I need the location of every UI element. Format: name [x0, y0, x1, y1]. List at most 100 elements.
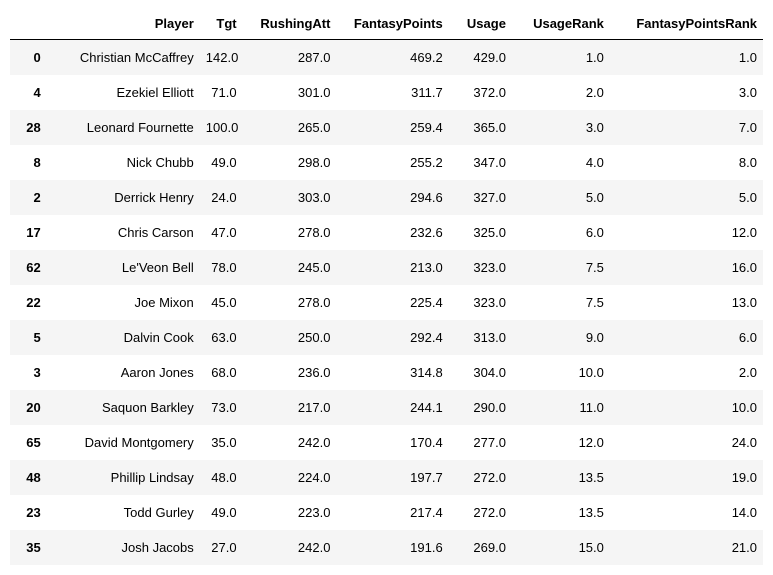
cell-player: Chris Carson: [47, 215, 200, 250]
cell-tgt: 35.0: [200, 425, 243, 460]
table-header-row: Player Tgt RushingAtt FantasyPoints Usag…: [10, 8, 763, 40]
cell-fantasy-points: 217.4: [336, 495, 448, 530]
cell-usage: 323.0: [449, 250, 512, 285]
cell-usage: 272.0: [449, 460, 512, 495]
row-index: 20: [10, 390, 47, 425]
cell-tgt: 49.0: [200, 495, 243, 530]
row-index: 3: [10, 355, 47, 390]
cell-rushing-att: 223.0: [243, 495, 337, 530]
row-index: 48: [10, 460, 47, 495]
table-row: 28Leonard Fournette100.0265.0259.4365.03…: [10, 110, 763, 145]
cell-usage: 325.0: [449, 215, 512, 250]
cell-fantasy-points-rank: 12.0: [610, 215, 763, 250]
cell-tgt: 48.0: [200, 460, 243, 495]
cell-usage-rank: 15.0: [512, 530, 610, 565]
cell-rushing-att: 242.0: [243, 530, 337, 565]
cell-fantasy-points-rank: 1.0: [610, 40, 763, 76]
cell-player: Christian McCaffrey: [47, 40, 200, 76]
cell-usage-rank: 7.5: [512, 250, 610, 285]
col-index: [10, 8, 47, 40]
cell-fantasy-points: 232.6: [336, 215, 448, 250]
row-index: 17: [10, 215, 47, 250]
cell-fantasy-points: 225.4: [336, 285, 448, 320]
cell-rushing-att: 303.0: [243, 180, 337, 215]
cell-player: Aaron Jones: [47, 355, 200, 390]
table-row: 48Phillip Lindsay48.0224.0197.7272.013.5…: [10, 460, 763, 495]
cell-fantasy-points: 255.2: [336, 145, 448, 180]
table-row: 17Chris Carson47.0278.0232.6325.06.012.0: [10, 215, 763, 250]
cell-player: Joe Mixon: [47, 285, 200, 320]
cell-player: Derrick Henry: [47, 180, 200, 215]
cell-usage-rank: 13.5: [512, 460, 610, 495]
table-row: 35Josh Jacobs27.0242.0191.6269.015.021.0: [10, 530, 763, 565]
cell-usage-rank: 12.0: [512, 425, 610, 460]
col-rushing-att: RushingAtt: [243, 8, 337, 40]
col-tgt: Tgt: [200, 8, 243, 40]
cell-usage: 327.0: [449, 180, 512, 215]
col-fantasy-points: FantasyPoints: [336, 8, 448, 40]
cell-player: Le'Veon Bell: [47, 250, 200, 285]
cell-usage: 347.0: [449, 145, 512, 180]
cell-usage-rank: 6.0: [512, 215, 610, 250]
cell-fantasy-points-rank: 13.0: [610, 285, 763, 320]
cell-usage: 372.0: [449, 75, 512, 110]
cell-usage: 290.0: [449, 390, 512, 425]
cell-tgt: 47.0: [200, 215, 243, 250]
cell-fantasy-points-rank: 21.0: [610, 530, 763, 565]
cell-player: Phillip Lindsay: [47, 460, 200, 495]
cell-player: Nick Chubb: [47, 145, 200, 180]
cell-usage-rank: 9.0: [512, 320, 610, 355]
table-row: 4Ezekiel Elliott71.0301.0311.7372.02.03.…: [10, 75, 763, 110]
table-row: 23Todd Gurley49.0223.0217.4272.013.514.0: [10, 495, 763, 530]
row-index: 22: [10, 285, 47, 320]
cell-tgt: 71.0: [200, 75, 243, 110]
row-index: 0: [10, 40, 47, 76]
stats-table: Player Tgt RushingAtt FantasyPoints Usag…: [10, 8, 763, 565]
cell-rushing-att: 265.0: [243, 110, 337, 145]
cell-player: David Montgomery: [47, 425, 200, 460]
cell-rushing-att: 301.0: [243, 75, 337, 110]
cell-fantasy-points-rank: 3.0: [610, 75, 763, 110]
cell-usage-rank: 7.5: [512, 285, 610, 320]
col-fantasy-points-rank: FantasyPointsRank: [610, 8, 763, 40]
row-index: 8: [10, 145, 47, 180]
cell-usage: 323.0: [449, 285, 512, 320]
row-index: 65: [10, 425, 47, 460]
cell-usage-rank: 11.0: [512, 390, 610, 425]
cell-tgt: 24.0: [200, 180, 243, 215]
col-usage-rank: UsageRank: [512, 8, 610, 40]
cell-fantasy-points-rank: 16.0: [610, 250, 763, 285]
row-index: 62: [10, 250, 47, 285]
cell-player: Josh Jacobs: [47, 530, 200, 565]
cell-rushing-att: 245.0: [243, 250, 337, 285]
cell-fantasy-points: 294.6: [336, 180, 448, 215]
cell-fantasy-points: 244.1: [336, 390, 448, 425]
cell-rushing-att: 278.0: [243, 285, 337, 320]
cell-fantasy-points-rank: 24.0: [610, 425, 763, 460]
cell-tgt: 100.0: [200, 110, 243, 145]
cell-rushing-att: 242.0: [243, 425, 337, 460]
cell-fantasy-points: 259.4: [336, 110, 448, 145]
cell-fantasy-points-rank: 7.0: [610, 110, 763, 145]
row-index: 4: [10, 75, 47, 110]
cell-player: Todd Gurley: [47, 495, 200, 530]
row-index: 2: [10, 180, 47, 215]
table-row: 3Aaron Jones68.0236.0314.8304.010.02.0: [10, 355, 763, 390]
table-row: 8Nick Chubb49.0298.0255.2347.04.08.0: [10, 145, 763, 180]
cell-tgt: 73.0: [200, 390, 243, 425]
cell-fantasy-points: 314.8: [336, 355, 448, 390]
cell-fantasy-points: 469.2: [336, 40, 448, 76]
table-row: 22Joe Mixon45.0278.0225.4323.07.513.0: [10, 285, 763, 320]
cell-tgt: 49.0: [200, 145, 243, 180]
cell-tgt: 68.0: [200, 355, 243, 390]
cell-usage: 313.0: [449, 320, 512, 355]
table-row: 65David Montgomery35.0242.0170.4277.012.…: [10, 425, 763, 460]
cell-usage-rank: 5.0: [512, 180, 610, 215]
cell-player: Leonard Fournette: [47, 110, 200, 145]
row-index: 28: [10, 110, 47, 145]
cell-player: Ezekiel Elliott: [47, 75, 200, 110]
row-index: 5: [10, 320, 47, 355]
table-row: 2Derrick Henry24.0303.0294.6327.05.05.0: [10, 180, 763, 215]
cell-tgt: 45.0: [200, 285, 243, 320]
cell-usage-rank: 4.0: [512, 145, 610, 180]
